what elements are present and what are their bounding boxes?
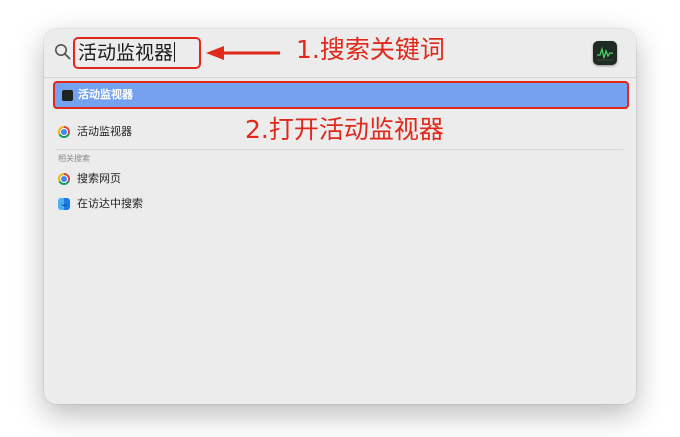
related-item-search-finder[interactable]: 在访达中搜索 bbox=[58, 195, 618, 213]
section-divider bbox=[56, 149, 623, 150]
search-input-value: 活动监视器 bbox=[78, 42, 174, 64]
related-searches-title: 相关搜索 bbox=[58, 154, 90, 163]
web-result-label: 活动监视器 bbox=[77, 125, 132, 138]
activity-graph-icon bbox=[595, 43, 615, 63]
chrome-icon bbox=[58, 126, 70, 138]
search-divider bbox=[44, 77, 636, 78]
top-hit-result[interactable]: 活动监视器 bbox=[53, 81, 629, 109]
top-hit-label: 活动监视器 bbox=[78, 88, 133, 101]
search-icon bbox=[55, 44, 71, 60]
search-input[interactable]: 活动监视器 bbox=[78, 41, 176, 65]
search-bar: 活动监视器 1.搜索关键词 bbox=[44, 29, 636, 77]
web-result[interactable]: 活动监视器 bbox=[58, 123, 618, 141]
chrome-icon bbox=[58, 173, 70, 185]
activity-monitor-preview-icon bbox=[593, 41, 617, 65]
left-arrow-icon bbox=[206, 46, 280, 60]
related-item-search-web[interactable]: 搜索网页 bbox=[58, 170, 618, 188]
desktop-background: 活动监视器 1.搜索关键词 活动监视器 2.打开活动监视器 活动监视器 相关搜索… bbox=[0, 0, 680, 437]
related-item-label: 在访达中搜索 bbox=[77, 197, 143, 210]
annotation-step-1: 1.搜索关键词 bbox=[296, 35, 445, 64]
related-item-label: 搜索网页 bbox=[77, 172, 121, 185]
spotlight-panel: 活动监视器 1.搜索关键词 活动监视器 2.打开活动监视器 活动监视器 相关搜索… bbox=[44, 29, 636, 404]
text-caret bbox=[174, 42, 176, 62]
finder-icon bbox=[58, 198, 70, 210]
activity-monitor-icon bbox=[62, 90, 73, 101]
